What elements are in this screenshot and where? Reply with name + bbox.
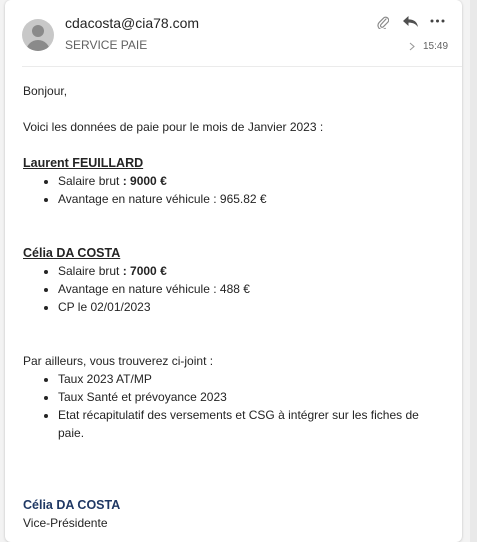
greeting: Bonjour, [23,84,68,98]
sender-email[interactable]: cdacosta@cia78.com [65,15,199,31]
header-divider [22,66,462,67]
avatar[interactable] [22,19,54,51]
more-icon[interactable] [430,19,445,23]
attachments-intro: Par ailleurs, vous trouverez ci-joint : [23,354,214,368]
email-reading-pane: cdacosta@cia78.com SERVICE PAIE 15:49 Bo… [5,0,462,542]
list-item: Taux 2023 AT/MP [58,370,437,388]
avatar-head [32,25,44,37]
recipient-label[interactable]: SERVICE PAIE [65,38,147,52]
email-header: cdacosta@cia78.com SERVICE PAIE 15:49 [5,0,462,66]
attachments-list: Taux 2023 AT/MP Taux Santé et prévoyance… [23,370,437,442]
employee-details-list: Salaire brut : 7000 € Avantage en nature… [23,262,437,316]
scrollbar[interactable] [470,0,477,542]
list-item: Avantage en nature véhicule : 965.82 € [58,190,437,208]
list-item: Salaire brut : 9000 € [58,172,437,190]
list-item: CP le 02/01/2023 [58,298,437,316]
signature-title: Vice-Présidente [23,516,108,530]
list-item: Salaire brut : 7000 € [58,262,437,280]
intro-text: Voici les données de paie pour le mois d… [23,120,324,134]
chevron-right-icon[interactable] [409,42,415,51]
employee-name: Laurent FEUILLARD [23,156,144,170]
employee-details-list: Salaire brut : 9000 € Avantage en nature… [23,172,437,208]
employee-name: Célia DA COSTA [23,246,121,260]
list-item: Taux Santé et prévoyance 2023 [58,388,437,406]
paperclip-icon[interactable] [377,15,389,29]
reply-icon[interactable] [402,15,419,28]
email-body: Bonjour, Voici les données de paie pour … [23,82,437,532]
avatar-body [26,40,50,51]
signature-name: Célia DA COSTA [23,498,121,512]
timestamp: 15:49 [423,41,449,52]
list-item: Avantage en nature véhicule : 488 € [58,280,437,298]
list-item: Etat récapitulatif des versements et CSG… [58,406,437,442]
